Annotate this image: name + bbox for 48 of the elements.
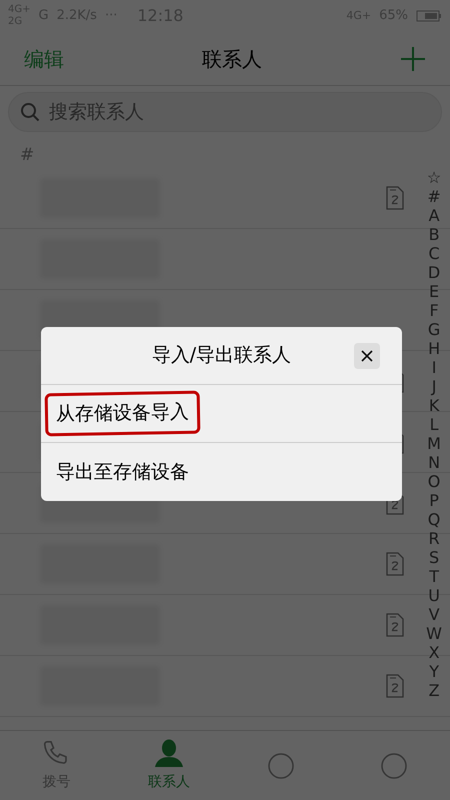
index-letter[interactable]: J (432, 377, 436, 396)
edit-link[interactable]: 编辑 (24, 44, 64, 74)
index-letter[interactable]: U (428, 586, 440, 605)
index-letter[interactable]: # (427, 187, 441, 206)
index-letter[interactable]: N (428, 453, 440, 472)
sim-card-icon (386, 674, 404, 698)
battery-icon (416, 10, 442, 22)
close-button[interactable] (354, 342, 380, 368)
index-letter[interactable]: T (429, 567, 439, 586)
nav-tab[interactable]: 联系人 (112, 731, 225, 800)
page-title: 联系人 (202, 46, 262, 72)
index-letter[interactable]: V (428, 605, 440, 624)
index-letter[interactable]: L (430, 415, 439, 434)
index-letter[interactable]: R (428, 529, 440, 548)
circle-icon (267, 752, 296, 780)
index-letter[interactable]: Z (428, 681, 440, 700)
index-letter[interactable]: ☆ (426, 168, 442, 187)
index-letter[interactable]: K (428, 396, 440, 415)
dialog-option[interactable]: 导出至存储设备 (45, 450, 200, 494)
index-letter[interactable]: S (429, 548, 440, 567)
dialog-title: 导入/导出联系人 (152, 343, 292, 368)
index-letter[interactable]: B (428, 225, 440, 244)
index-letter[interactable]: Q (428, 510, 440, 529)
search-icon (20, 102, 40, 122)
index-letter[interactable]: A (428, 206, 440, 225)
section-header: # (20, 144, 34, 166)
index-letter[interactable]: P (429, 491, 439, 510)
index-letter[interactable]: W (426, 624, 442, 643)
sim-card-icon (386, 613, 404, 637)
index-letter[interactable]: Y (429, 662, 439, 681)
index-letter[interactable]: M (427, 434, 441, 453)
sim-card-icon (386, 186, 404, 210)
more-text: ··· (104, 7, 118, 26)
index-letter[interactable]: F (429, 301, 439, 320)
add-icon[interactable] (400, 46, 426, 72)
index-letter[interactable]: E (429, 282, 440, 301)
index-letter[interactable]: D (428, 263, 440, 282)
person-icon (152, 738, 185, 768)
circle-icon (380, 752, 408, 780)
index-letter[interactable]: G (428, 320, 440, 339)
index-letter[interactable]: X (428, 643, 440, 662)
index-letter[interactable]: I (432, 358, 436, 377)
sim-card-icon (386, 552, 404, 576)
index-letter[interactable]: H (428, 339, 440, 358)
index-letter[interactable]: C (428, 244, 440, 263)
dialog-option[interactable]: 从存储设备导入 (44, 390, 200, 436)
close-icon (361, 350, 373, 362)
index-letter[interactable]: O (428, 472, 440, 491)
